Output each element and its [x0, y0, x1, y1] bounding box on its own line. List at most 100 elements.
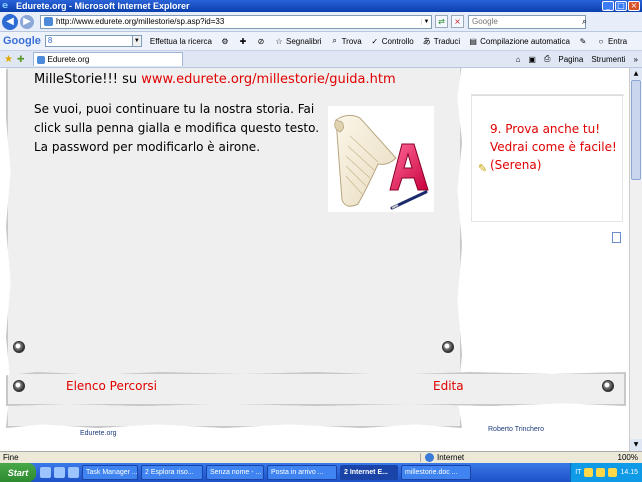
star-icon: ☆	[275, 36, 283, 46]
side-message: 9. Prova anche tu! Vedrai come è facile!…	[490, 122, 617, 172]
google-bookmarks-button[interactable]: ☆ Segnalibri	[274, 36, 321, 46]
page-menu[interactable]: Pagina	[558, 55, 583, 64]
feeds-icon[interactable]: ▣	[528, 55, 536, 64]
search-icon[interactable]: ⌕	[582, 16, 587, 27]
url-dropdown-icon[interactable]: ▼	[421, 18, 431, 25]
refresh-button[interactable]: ⇄	[435, 15, 448, 28]
google-translate-button[interactable]: あ Traduci	[422, 36, 460, 47]
letter-scroll-icon	[334, 114, 429, 210]
quicklaunch-icon[interactable]	[40, 467, 51, 478]
tab-bar: ★ ✚ Edurete.org ⌂ ▣ ⎙ Pagina Strumenti »	[0, 51, 642, 68]
autofill-icon: ▤	[469, 36, 477, 46]
page-content: MilleStorie!!! su www.edurete.org/milles…	[0, 68, 629, 451]
edita-link[interactable]: Edita	[433, 379, 464, 393]
command-bar: ⌂ ▣ ⎙ Pagina Strumenti »	[516, 54, 642, 64]
google-share-button[interactable]: ✚	[238, 37, 248, 46]
task-untitled[interactable]: Senza nome - ...	[206, 465, 264, 480]
yellow-pencil-icon[interactable]: ✎	[478, 162, 487, 175]
elenco-percorsi-link[interactable]: Elenco Percorsi	[66, 379, 157, 393]
scroll-thumb[interactable]	[631, 80, 641, 180]
task-task-manager[interactable]: Task Manager ...	[82, 465, 138, 480]
popup-blocker-icon: ⊘	[257, 36, 265, 46]
tab-edurete[interactable]: Edurete.org	[32, 52, 183, 66]
google-autofill-button[interactable]: ▤ Compilazione automatica	[468, 37, 570, 46]
footer-edurete-link[interactable]: Edurete.org	[80, 430, 117, 437]
taskbar: Start Task Manager ... 2 Esplora riso...…	[0, 463, 642, 482]
forward-button[interactable]: ▶	[20, 14, 34, 29]
story-title: MilleStorie!!! su www.edurete.org/milles…	[34, 72, 396, 87]
pin-icon	[442, 341, 454, 353]
tray-icon[interactable]	[596, 468, 606, 477]
translate-icon: あ	[422, 36, 431, 46]
search-box[interactable]: ⌕	[468, 14, 587, 29]
spellcheck-icon: ✓	[371, 36, 379, 46]
google-popup-button[interactable]: ⊘	[256, 37, 266, 46]
story-image	[328, 106, 434, 212]
stop-button[interactable]: ×	[451, 15, 464, 28]
google-search-dropdown-icon[interactable]: ▼	[132, 35, 142, 47]
share-icon: ✚	[239, 36, 247, 46]
security-zone: Internet	[420, 453, 540, 462]
search-input[interactable]	[469, 17, 582, 26]
window-title: Edurete.org - Microsoft Internet Explore…	[16, 1, 190, 11]
scroll-up-icon[interactable]: ▲	[630, 68, 642, 80]
page-favicon-icon	[44, 17, 53, 26]
google-search-input[interactable]: 8	[44, 35, 133, 47]
google-search-prefix: 8	[47, 36, 53, 45]
quicklaunch-icon[interactable]	[54, 467, 65, 478]
tab-label: Edurete.org	[47, 55, 90, 64]
google-logo: Google	[3, 35, 41, 47]
zoom-level[interactable]: 100%	[618, 453, 642, 462]
footer-author: Roberto Trinchero	[488, 426, 545, 433]
ie-logo-icon: e	[2, 0, 9, 11]
quick-launch	[40, 467, 79, 478]
tray-icon[interactable]	[584, 468, 594, 477]
minimize-button[interactable]: _	[602, 1, 614, 11]
document-icon[interactable]	[612, 232, 621, 243]
window-controls: _ □ ×	[602, 1, 642, 11]
guide-link[interactable]: www.edurete.org/millestorie/guida.htm	[141, 72, 395, 87]
home-icon[interactable]: ⌂	[516, 55, 521, 64]
back-button[interactable]: ◀	[2, 13, 18, 30]
scroll-down-icon[interactable]: ▼	[630, 439, 642, 451]
clock: 14.15	[620, 469, 638, 476]
close-button[interactable]: ×	[628, 1, 640, 11]
google-check-button[interactable]: ✓ Controllo	[370, 36, 413, 46]
task-millestorie-doc[interactable]: millestorie.doc ...	[401, 465, 471, 480]
address-bar: ◀ ▶ http://www.edurete.org/millestorie/s…	[0, 12, 642, 32]
signin-icon: ○	[598, 36, 604, 46]
google-find-button[interactable]: ⌕ Trova	[330, 36, 361, 46]
language-indicator[interactable]: IT	[575, 469, 581, 476]
tab-favicon-icon	[36, 55, 45, 64]
favorites-star-icon[interactable]: ★	[4, 54, 13, 65]
chevron-right-icon[interactable]: »	[634, 55, 638, 64]
status-bar: Fine Internet 100%	[0, 451, 642, 463]
pin-icon	[13, 341, 25, 353]
maximize-button[interactable]: □	[615, 1, 627, 11]
task-explorer[interactable]: 2 Esplora riso...	[141, 465, 203, 480]
add-favorite-icon[interactable]: ✚	[17, 54, 25, 65]
url-text[interactable]: http://www.edurete.org/millestorie/sp.as…	[56, 17, 421, 26]
gear-icon: ⚙	[221, 36, 229, 46]
wrench-icon: ✎	[579, 36, 587, 46]
google-search-button[interactable]: Effettua la ricerca	[150, 37, 212, 46]
url-field[interactable]: http://www.edurete.org/millestorie/sp.as…	[40, 14, 432, 29]
google-signin-button[interactable]: ○ Entra	[596, 36, 628, 46]
google-wrench-button[interactable]: ✎	[578, 37, 588, 46]
pin-icon	[13, 380, 25, 392]
tray-icon[interactable]	[608, 468, 618, 477]
globe-icon	[425, 453, 434, 462]
print-icon[interactable]: ⎙	[544, 54, 550, 64]
google-toolbar: Google 8 ▼ Effettua la ricerca ⚙ ✚ ⊘ ☆ Se…	[0, 32, 642, 51]
quicklaunch-icon[interactable]	[68, 467, 79, 478]
task-internet-explorer[interactable]: 2 Internet E...	[340, 465, 398, 480]
start-button[interactable]: Start	[0, 463, 36, 482]
vertical-scrollbar[interactable]: ▲ ▼	[629, 68, 642, 451]
window-titlebar[interactable]: e Edurete.org - Microsoft Internet Explo…	[0, 0, 642, 12]
task-inbox[interactable]: Posta in arrivo ...	[267, 465, 337, 480]
find-icon: ⌕	[332, 36, 337, 45]
tools-menu[interactable]: Strumenti	[591, 55, 625, 64]
pin-icon	[602, 380, 614, 392]
story-text: Se vuoi, puoi continuare tu la nostra st…	[34, 102, 320, 154]
google-gear-button[interactable]: ⚙	[220, 37, 230, 46]
